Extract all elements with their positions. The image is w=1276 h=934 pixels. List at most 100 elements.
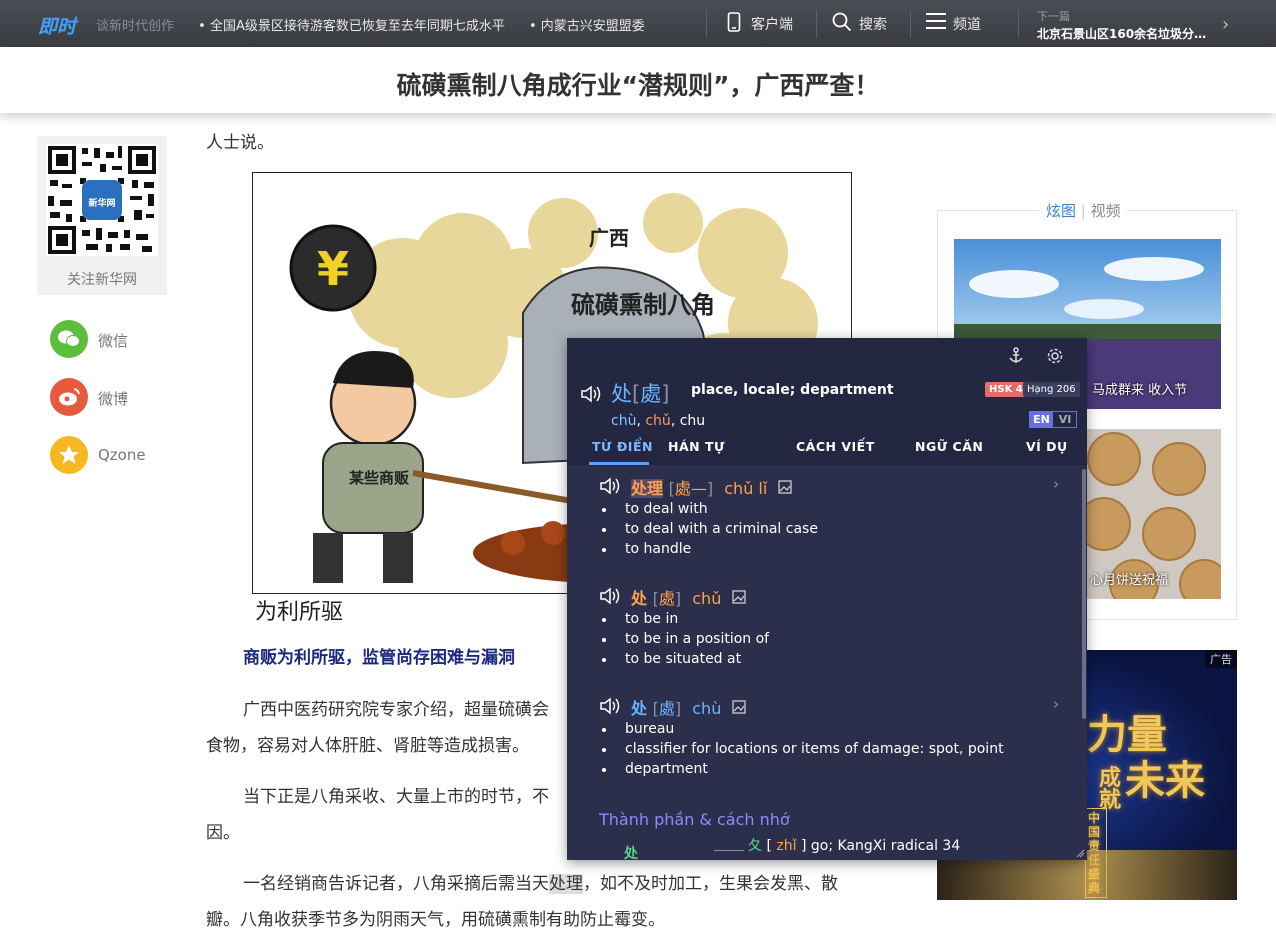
tab-gallery[interactable]: 炫图: [1046, 202, 1076, 220]
tab-examples[interactable]: VÍ DỤ: [1026, 439, 1068, 454]
popup-tabs: TỪ ĐIỂN HÁN TỰ CÁCH VIẾT NGỮ CĂN VÍ DỤ: [567, 436, 1087, 465]
tab-stroke-order[interactable]: CÁCH VIẾT: [796, 439, 875, 454]
next-article-label: 下一篇: [1037, 10, 1070, 23]
popup-header: 处[處] place, locale; department chù, chǔ,…: [567, 338, 1087, 465]
article-text: 瓣。八角收获季节多为阴雨天气，用硫磺熏制有助防止霉变。: [206, 910, 665, 930]
pinyin-reading: chu: [679, 413, 706, 429]
qr-follow-box: 新华网 关注新华网: [37, 136, 167, 295]
page-title: 硫磺熏制八角成行业“潜规则”，广西严查！: [396, 71, 880, 100]
ticker-item[interactable]: 谈新时代创作: [96, 19, 174, 34]
menu-icon: [926, 13, 946, 29]
definition: to handle: [602, 539, 818, 559]
cartoon-shirt: 某些商贩: [349, 469, 410, 487]
definition: classifier for locations or items of dam…: [602, 741, 1004, 757]
next-article-link[interactable]: 北京石景山区160余名垃圾分类...: [1037, 25, 1217, 42]
tab-video[interactable]: 视频: [1091, 202, 1121, 220]
qzone-star-icon: [50, 436, 88, 474]
divider: [816, 10, 817, 38]
definition: department: [602, 759, 1004, 779]
image-icon[interactable]: [778, 480, 793, 494]
entry-traditional: 處: [658, 589, 675, 608]
top-bar: 即时 谈新时代创作 • 全国A级景区接待游客数已恢复至去年同期七成水平 • 内蒙…: [0, 0, 1276, 47]
popup-scrollbar[interactable]: [1082, 469, 1086, 719]
pinyin-reading: chǔ: [645, 413, 671, 429]
tab-dictionary[interactable]: TỪ ĐIỂN: [592, 439, 653, 454]
share-wechat[interactable]: 微信: [50, 320, 180, 358]
tab-radicals[interactable]: NGỮ CĂN: [915, 439, 983, 454]
share-label: 微信: [98, 332, 129, 350]
definition: to be situated at: [601, 649, 769, 669]
definition: to deal with: [602, 499, 818, 519]
text-span: ，如不及时加工，生果会发黑、散: [583, 874, 838, 894]
definition: bureau: [602, 719, 1004, 739]
definition-list: bureau classifier for locations or items…: [602, 719, 1004, 779]
gear-icon[interactable]: [1046, 347, 1064, 365]
resize-handle-icon[interactable]: [1075, 848, 1085, 858]
entry-word: 处理 [處—] chǔ lǐ: [631, 475, 793, 499]
pinyin-reading: chù: [611, 413, 637, 429]
ad-tag: 广告: [1205, 650, 1237, 668]
cartoon-sign: 硫磺熏制八角: [571, 291, 715, 319]
site-logo[interactable]: 即时: [38, 12, 76, 39]
image-caption: 为利所驱: [255, 600, 344, 625]
photo-caption: 心月饼送祝福: [1090, 573, 1169, 588]
lang-vi[interactable]: VI: [1054, 412, 1076, 427]
component-row[interactable]: 夂 [ zhǐ ] go; KangXi radical 34: [748, 835, 960, 855]
component-pinyin: zhǐ: [776, 838, 797, 854]
article-text: 广西中医药研究院专家介绍，超量硫磺会: [243, 700, 549, 720]
headword-gloss: place, locale; department: [691, 382, 894, 398]
definition-list: to be in to be in a position of to be si…: [601, 609, 769, 669]
ticker-item[interactable]: • 内蒙古兴安盟盟委: [529, 19, 645, 34]
share-qzone[interactable]: Qzone: [50, 436, 180, 474]
entry-pinyin: chǔ lǐ: [724, 479, 768, 498]
qr-badge: 新华网: [88, 199, 116, 209]
share-weibo[interactable]: 微博: [50, 378, 180, 416]
hovered-word[interactable]: 处理: [549, 874, 583, 894]
dictionary-popup: 处[處] place, locale; department chù, chǔ,…: [567, 338, 1087, 860]
component-connector: [714, 850, 744, 851]
entry-pinyin: chǔ: [692, 589, 722, 608]
headword-pinyin: chù, chǔ, chu: [611, 413, 706, 429]
popup-body: 处理 [處—] chǔ lǐ › to deal with to deal wi…: [567, 465, 1087, 860]
text-span: 一名经销商告诉记者，八角采摘后需当天: [243, 874, 549, 894]
chevron-right-icon[interactable]: ›: [1222, 14, 1229, 35]
image-icon[interactable]: [732, 590, 747, 604]
headword-simplified: 处: [611, 382, 632, 406]
article-text: 当下正是八角采收、大量上市的时节，不: [243, 787, 549, 807]
weibo-icon: [50, 378, 88, 416]
image-icon[interactable]: [732, 700, 747, 714]
component-char: 处: [624, 846, 638, 860]
speaker-icon[interactable]: [599, 477, 621, 495]
definition: to deal with a criminal case: [602, 521, 818, 537]
share-label: Qzone: [98, 446, 146, 464]
entry-word: 处 [處] chǔ: [631, 585, 747, 609]
yen-sign: ¥: [317, 242, 349, 296]
entry-simplified: 处: [631, 589, 648, 608]
article-text: 一名经销商告诉记者，八角采摘后需当天处理，如不及时加工，生果会发黑、散: [243, 869, 838, 894]
hsk-badge: HSK 4: [985, 382, 1027, 397]
channel-label: 频道: [953, 17, 981, 33]
components-title: Thành phần & cách nhớ: [599, 810, 790, 829]
speaker-icon[interactable]: [599, 587, 621, 605]
entry-word: 处 [處] chù: [631, 695, 747, 719]
headword: 处[處]: [611, 382, 670, 406]
anchor-icon[interactable]: [1007, 347, 1025, 365]
speaker-icon[interactable]: [580, 385, 602, 403]
language-toggle[interactable]: EN VI: [1029, 411, 1077, 428]
ticker-item[interactable]: • 全国A级景区接待游客数已恢复至去年同期七成水平: [198, 19, 505, 34]
divider: [910, 10, 911, 38]
chevron-right-icon[interactable]: ›: [1053, 475, 1059, 493]
entry-traditional: 處: [658, 699, 675, 718]
divider: [706, 10, 707, 38]
component-part: 夂: [748, 838, 762, 854]
article-text: 人士说。: [206, 133, 274, 153]
qr-code: 新华网: [46, 144, 158, 256]
entry-simplified: 处理: [631, 479, 664, 498]
speaker-icon[interactable]: [599, 697, 621, 715]
lang-en[interactable]: EN: [1030, 412, 1053, 427]
news-ticker: 谈新时代创作 • 全国A级景区接待游客数已恢复至去年同期七成水平 • 内蒙古兴安…: [96, 15, 665, 34]
client-label: 客户端: [751, 17, 793, 33]
tab-hanzi[interactable]: HÁN TỰ: [668, 439, 725, 454]
chevron-right-icon[interactable]: ›: [1053, 695, 1059, 713]
ad-text: 未来: [1125, 758, 1205, 804]
